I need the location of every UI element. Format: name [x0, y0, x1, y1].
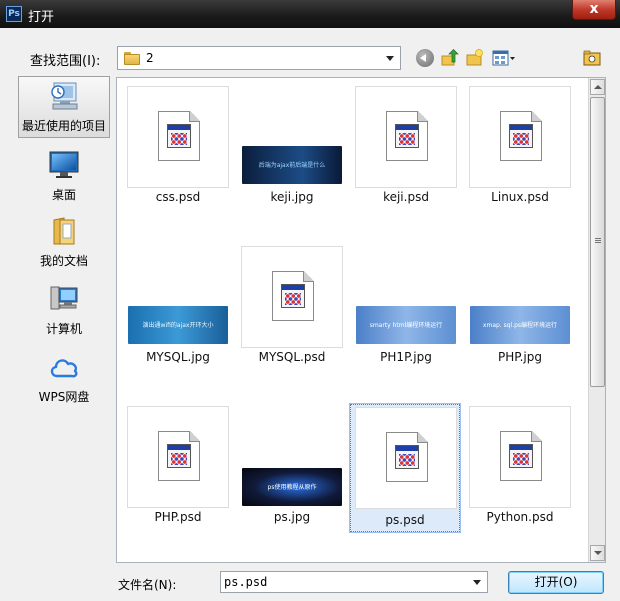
documents-icon — [53, 217, 75, 245]
image-thumbnail: 演出通wifi的ajax开环大小 — [127, 246, 229, 348]
place-desktop[interactable]: 桌面 — [18, 146, 110, 208]
image-thumbnail: smarty html编程环境运行 — [355, 246, 457, 348]
file-name: MYSQL.jpg — [146, 350, 210, 364]
chevron-down-icon — [386, 56, 394, 61]
place-recent-items[interactable]: 最近使用的项目 — [18, 76, 110, 138]
folder-icon — [124, 52, 140, 65]
close-button[interactable]: x — [572, 0, 616, 20]
place-label: WPS网盘 — [38, 390, 90, 404]
window-title: 打开 — [28, 10, 55, 25]
file-item[interactable]: Python.psd — [467, 400, 573, 536]
place-label: 我的文档 — [39, 254, 88, 268]
thumb-caption: 后端为ajax前后端是什么 — [258, 162, 326, 169]
file-item[interactable]: MYSQL.psd — [239, 240, 345, 376]
file-name: MYSQL.psd — [258, 350, 326, 364]
thumb-caption: smarty html编程环境运行 — [369, 322, 443, 329]
file-item[interactable]: css.psd — [125, 80, 231, 216]
file-item[interactable]: smarty html编程环境运行 PH1P.jpg — [353, 240, 459, 376]
file-name: PH1P.jpg — [380, 350, 432, 364]
file-list[interactable]: css.psd 后端为ajax前后端是什么 keji.jpg keji.psd … — [116, 77, 606, 563]
psd-file-icon — [127, 406, 229, 508]
image-thumbnail: 后端为ajax前后端是什么 — [241, 86, 343, 188]
file-item[interactable]: 后端为ajax前后端是什么 keji.jpg — [239, 80, 345, 216]
file-item-selected[interactable]: ps.psd — [349, 403, 461, 533]
recent-items-icon — [51, 82, 78, 110]
filename-input[interactable] — [221, 572, 465, 592]
psd-file-icon — [469, 86, 571, 188]
psd-file-icon — [241, 246, 343, 348]
new-folder-icon[interactable] — [466, 49, 484, 67]
desktop-icon — [49, 151, 79, 178]
places-bar: 最近使用的项目 桌面 我的文档 计算机 WPS网盘 — [16, 76, 112, 556]
image-thumbnail: ps使用教程从原作 — [241, 406, 343, 508]
thumb-caption: 演出通wifi的ajax开环大小 — [142, 322, 214, 329]
vertical-scrollbar[interactable] — [588, 78, 605, 562]
file-name: ps.psd — [385, 513, 425, 527]
thumb-caption: ps使用教程从原作 — [267, 484, 317, 491]
back-icon[interactable] — [416, 49, 434, 67]
desktop-folder-icon[interactable] — [583, 49, 601, 67]
psd-file-icon — [355, 86, 457, 188]
lookin-dropdown[interactable]: 2 — [117, 46, 401, 70]
place-label: 最近使用的项目 — [21, 119, 106, 133]
filename-combobox[interactable] — [220, 571, 488, 593]
psd-file-icon — [127, 86, 229, 188]
file-item[interactable]: xmap. sql.ps编程环境运行 PHP.jpg — [467, 240, 573, 376]
file-item[interactable]: Linux.psd — [467, 80, 573, 216]
file-item[interactable]: PHP.psd — [125, 400, 231, 536]
up-folder-icon[interactable] — [441, 49, 459, 67]
filename-label: 文件名(N): — [118, 578, 177, 592]
open-button[interactable]: 打开(O) — [508, 571, 604, 594]
place-label: 桌面 — [51, 188, 76, 202]
file-name: PHP.jpg — [497, 350, 542, 364]
chevron-down-icon[interactable] — [473, 580, 481, 585]
scroll-down-button[interactable] — [590, 545, 605, 561]
place-label: 计算机 — [45, 322, 82, 336]
title-bar: Ps 打开 x — [0, 0, 620, 28]
file-name: Linux.psd — [491, 190, 549, 204]
file-item[interactable]: ps使用教程从原作 ps.jpg — [239, 400, 345, 536]
psd-file-icon — [469, 406, 571, 508]
thumb-caption: xmap. sql.ps编程环境运行 — [482, 322, 558, 329]
scroll-up-button[interactable] — [590, 79, 605, 95]
view-menu-icon[interactable] — [492, 49, 516, 67]
ps-icon: Ps — [6, 6, 22, 22]
lookin-label: 查找范围(I): — [30, 54, 101, 69]
place-computer[interactable]: 计算机 — [18, 280, 110, 342]
computer-icon — [50, 286, 78, 310]
file-item[interactable]: keji.psd — [353, 80, 459, 216]
place-documents[interactable]: 我的文档 — [18, 212, 110, 274]
file-name: ps.jpg — [273, 510, 311, 524]
file-name: keji.jpg — [270, 190, 314, 204]
file-name: css.psd — [155, 190, 201, 204]
file-name: Python.psd — [486, 510, 554, 524]
psd-file-icon — [355, 407, 457, 509]
scroll-thumb[interactable] — [590, 97, 605, 387]
image-thumbnail: xmap. sql.ps编程环境运行 — [469, 246, 571, 348]
place-wps-cloud[interactable]: WPS网盘 — [18, 348, 110, 410]
cloud-icon — [50, 359, 78, 378]
lookin-value: 2 — [146, 51, 154, 65]
file-name: keji.psd — [383, 190, 429, 204]
file-name: PHP.psd — [154, 510, 202, 524]
file-item[interactable]: 演出通wifi的ajax开环大小 MYSQL.jpg — [125, 240, 231, 376]
